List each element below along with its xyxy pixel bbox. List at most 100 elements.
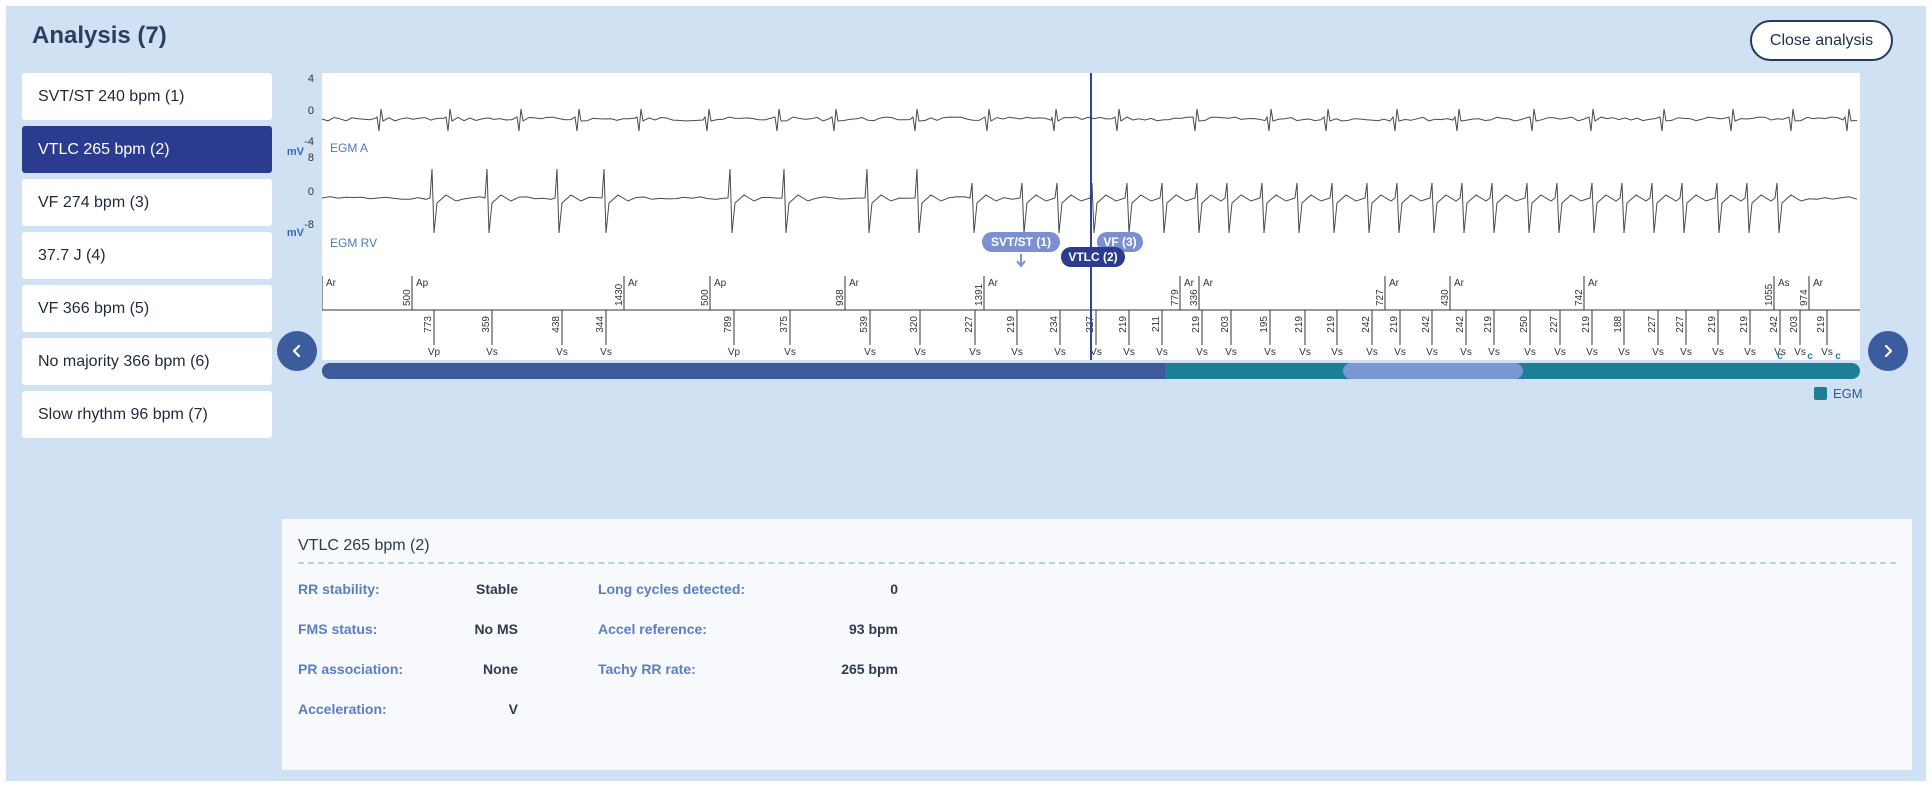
lower-marker-type: Vs (1460, 347, 1472, 358)
lower-marker-type: Vs (1680, 347, 1692, 358)
egm-chart[interactable]: EGM AEGM RV750Ar500Ap1430Ar500Ap938Ar139… (287, 73, 1860, 360)
lower-interval-label: 375 (779, 316, 790, 333)
detail-value: Stable (475, 581, 518, 597)
egm-a-tick-top: 4 (308, 73, 314, 85)
lower-marker-type: Vs (1652, 347, 1664, 358)
lower-marker-type: Vs (486, 347, 498, 358)
timeline-segment-before (322, 363, 1165, 379)
lower-interval-label: 438 (551, 316, 562, 333)
lower-interval-label: 219 (1816, 316, 1827, 333)
episode-details-panel: VTLC 265 bpm (2) RR stability: Stable FM… (282, 519, 1912, 770)
lower-marker-type: Vs (1225, 347, 1237, 358)
lower-marker-type: Vs (600, 347, 612, 358)
upper-interval-label: 727 (1375, 289, 1386, 306)
lower-marker-type: Vs (784, 347, 796, 358)
lower-interval-label: 219 (1294, 316, 1305, 333)
episode-item-7[interactable]: Slow rhythm 96 bpm (7) (22, 391, 272, 438)
detail-value: None (483, 661, 518, 677)
episode-item-2[interactable]: VTLC 265 bpm (2) (22, 126, 272, 173)
egm-rv-tick-bottom: -8 (304, 219, 314, 231)
lower-marker-type: Vs (1299, 347, 1311, 358)
marker-vtlc-label: VTLC (2) (1068, 250, 1117, 264)
lower-interval-label: 242 (1361, 316, 1372, 333)
timeline-segment-highlight (1343, 363, 1524, 379)
upper-marker-type: Ar (1389, 278, 1400, 289)
c-mark: c (1835, 351, 1841, 360)
chevron-left-icon (292, 344, 301, 358)
upper-marker-type: Ar (1454, 278, 1465, 289)
upper-marker-type: Ar (1184, 278, 1195, 289)
marker-svt-st-label: SVT/ST (1) (991, 235, 1051, 249)
channel-label-egm-a: EGM A (330, 141, 368, 155)
lower-marker-type: Vs (1264, 347, 1276, 358)
channel-label-egm-rv: EGM RV (330, 236, 377, 250)
lower-interval-label: 227 (1549, 316, 1560, 333)
upper-marker-type: Ap (714, 278, 727, 289)
lower-interval-label: 219 (1581, 316, 1592, 333)
next-button[interactable] (1868, 331, 1908, 371)
previous-button[interactable] (277, 331, 317, 371)
upper-marker-type: Ar (1203, 278, 1214, 289)
episode-item-6[interactable]: No majority 366 bpm (6) (22, 338, 272, 385)
close-analysis-button[interactable]: Close analysis (1750, 20, 1893, 61)
upper-interval-label: 430 (1440, 289, 1451, 306)
upper-interval-label: 750 (322, 289, 323, 306)
episode-item-3[interactable]: VF 274 bpm (3) (22, 179, 272, 226)
unit-label-a: mV (287, 146, 305, 158)
y-axis-labels: 40-480-8mVmV (287, 73, 314, 239)
lower-interval-label: 227 (964, 316, 975, 333)
lower-marker-type: Vs (864, 347, 876, 358)
lower-marker-type: Vs (1586, 347, 1598, 358)
episode-item-4[interactable]: 37.7 J (4) (22, 232, 272, 279)
marker-svt-st-arrow (1016, 254, 1026, 268)
egm-a-tick-bottom: -4 (304, 136, 314, 148)
details-title: VTLC 265 bpm (2) (298, 537, 430, 554)
lower-marker-type: Vs (1488, 347, 1500, 358)
lower-interval-label: 219 (1191, 316, 1202, 333)
upper-marker-type: Ap (416, 278, 429, 289)
egm-chart-canvas: EGM AEGM RV750Ar500Ap1430Ar500Ap938Ar139… (322, 73, 1860, 360)
lower-interval-label: 188 (1613, 316, 1624, 333)
page-title: Analysis (7) (32, 22, 167, 49)
upper-marker-type: Ar (988, 278, 999, 289)
lower-interval-label: 219 (1739, 316, 1750, 333)
lower-interval-label: 773 (423, 316, 434, 333)
lower-interval-label: 219 (1483, 316, 1494, 333)
chart-legend: EGM (1814, 386, 1863, 401)
lower-interval-label: 203 (1220, 316, 1231, 333)
upper-interval-label: 742 (1574, 289, 1585, 306)
lower-interval-label: 250 (1519, 316, 1530, 333)
legend-label: EGM (1833, 386, 1863, 401)
lower-marker-type: Vs (969, 347, 981, 358)
egm-rv-tick-top: 8 (308, 152, 314, 164)
egm-rv-trace (322, 168, 1858, 234)
upper-marker-type: As (1778, 278, 1790, 289)
lower-interval-label: 320 (909, 316, 920, 333)
detail-label: FMS status: (298, 621, 378, 637)
lower-interval-label: 539 (859, 316, 870, 333)
detail-value: 265 bpm (841, 661, 898, 677)
upper-marker-type: Ar (326, 278, 337, 289)
lower-marker-type: Vs (1331, 347, 1343, 358)
lower-marker-type: Vp (728, 347, 741, 358)
lower-interval-label: 242 (1455, 316, 1466, 333)
detail-value: 93 bpm (848, 621, 898, 637)
upper-marker-type: Ar (849, 278, 860, 289)
upper-interval-label: 500 (700, 289, 711, 306)
episode-item-1[interactable]: SVT/ST 240 bpm (1) (22, 73, 272, 120)
lower-interval-label: 219 (1707, 316, 1718, 333)
chevron-right-icon (1884, 344, 1893, 358)
upper-interval-label: 1430 (614, 283, 625, 306)
egm-rv-tick-zero: 0 (308, 186, 314, 198)
lower-marker-type: Vs (1524, 347, 1536, 358)
episode-item-5[interactable]: VF 366 bpm (5) (22, 285, 272, 332)
legend-swatch (1814, 387, 1827, 400)
unit-label-rv: mV (287, 227, 305, 239)
lower-marker-type: Vs (1554, 347, 1566, 358)
lower-marker-type: Vs (1054, 347, 1066, 358)
lower-interval-label: 789 (723, 316, 734, 333)
upper-interval-label: 779 (1170, 289, 1181, 306)
lower-interval-label: 203 (1789, 316, 1800, 333)
detail-label: Acceleration: (298, 701, 387, 717)
episode-timeline-bar[interactable] (322, 363, 1860, 379)
